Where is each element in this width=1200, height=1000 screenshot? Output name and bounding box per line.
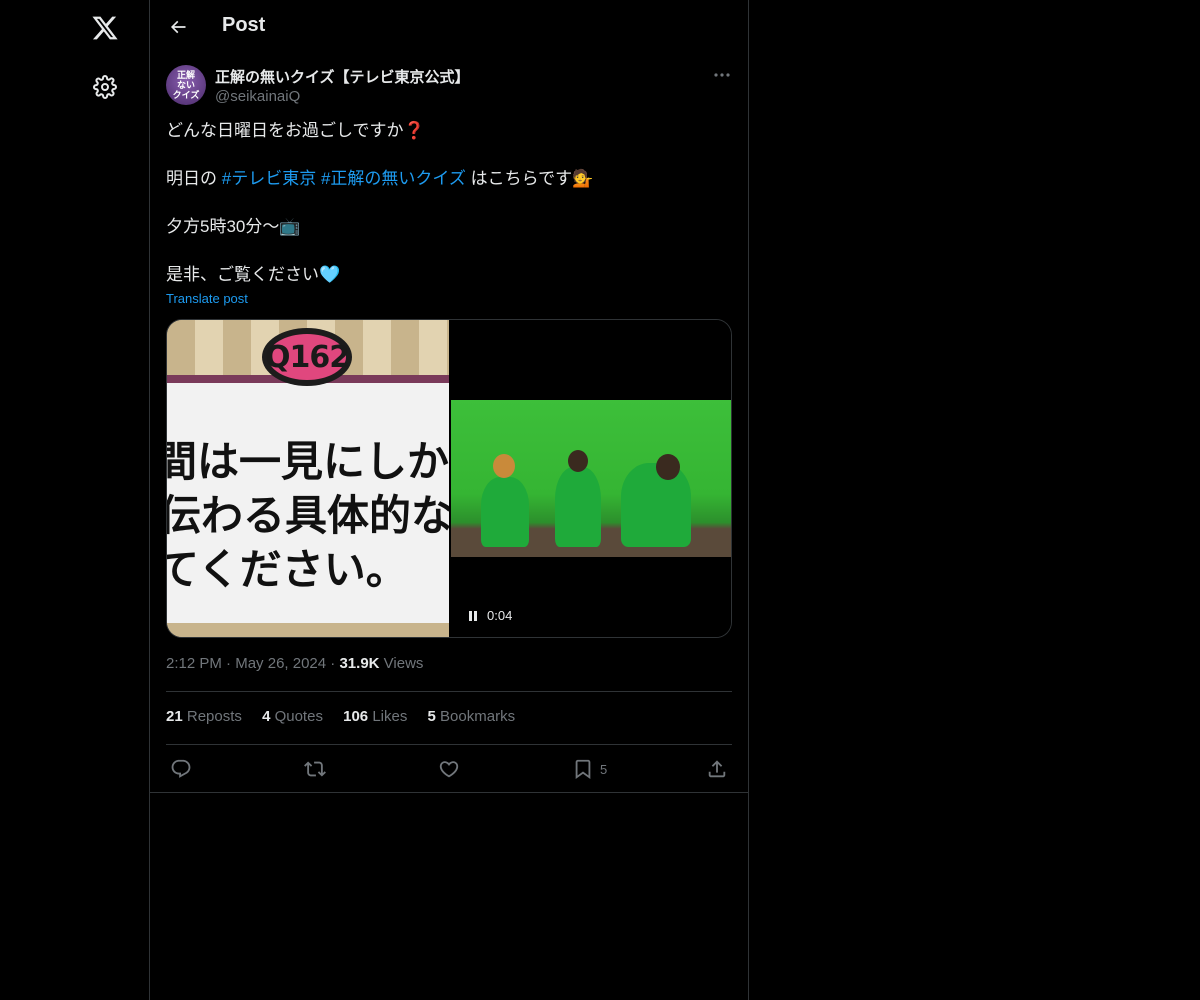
views-count: 31.9K xyxy=(339,655,380,672)
views-label: Views xyxy=(383,655,424,672)
bookmark-icon[interactable]: 5 xyxy=(572,757,607,781)
tweet-line-1: どんな日曜日をお過ごしですか❓ xyxy=(166,121,425,140)
gear-icon[interactable] xyxy=(89,71,121,103)
reposts-stat[interactable]: 21 Reposts xyxy=(166,708,242,725)
post-column: Post 正解 ない クイズ 正解の無いクイズ【テレビ東京公式】 @seikai… xyxy=(149,0,749,1000)
avatar[interactable]: 正解 ない クイズ xyxy=(166,65,206,105)
left-nav xyxy=(0,0,149,1000)
quiz-badge: Q162 xyxy=(262,328,352,386)
reply-icon[interactable] xyxy=(170,757,192,781)
translate-link[interactable]: Translate post xyxy=(166,291,248,306)
quotes-label: Quotes xyxy=(274,708,323,725)
post-time[interactable]: 2:12 PM xyxy=(166,655,222,672)
divider xyxy=(150,792,748,793)
avatar-logo: 正解 ない クイズ xyxy=(173,70,200,100)
arrow-left-icon[interactable] xyxy=(164,13,192,41)
quiz-text-line-1: 間は一見にしかず xyxy=(167,437,449,486)
divider xyxy=(166,691,732,692)
hashtag-link-quiz[interactable]: #正解の無いクイズ xyxy=(321,169,466,188)
tweet-line-4: 是非、ご覧ください🩵 xyxy=(166,265,341,284)
reposts-label: Reposts xyxy=(186,708,242,725)
quotes-stat[interactable]: 4 Quotes xyxy=(262,708,323,725)
likes-count: 106 xyxy=(343,708,369,725)
likes-stat[interactable]: 106 Likes xyxy=(343,708,407,725)
avatar-text-1: 正解 xyxy=(176,70,195,80)
page-title: Post xyxy=(222,14,266,36)
bookmarks-count: 5 xyxy=(427,708,436,725)
author-handle[interactable]: @seikainaiQ xyxy=(215,88,300,105)
pause-icon[interactable] xyxy=(465,608,481,624)
tweet-line-2: 明日の #テレビ東京 #正解の無いクイズ はこちらです💁 xyxy=(166,167,732,191)
tweet-line-3: 夕方5時30分〜📺 xyxy=(166,217,301,236)
video-timestamp: 0:04 xyxy=(487,608,513,623)
author-name[interactable]: 正解の無いクイズ【テレビ東京公式】 xyxy=(215,66,470,87)
quiz-card-image: Q162 間は一見にしかず 伝わる具体的な てください。 xyxy=(167,320,449,637)
tweet-text: どんな日曜日をお過ごしですか❓ 明日の #テレビ東京 #正解の無いクイズ はこち… xyxy=(166,119,732,287)
reposts-count: 21 xyxy=(166,708,183,725)
x-logo-icon[interactable] xyxy=(87,10,123,46)
avatar-text-3: クイズ xyxy=(172,90,200,100)
post-meta: 2:12 PM · May 26, 2024 · 31.9K Views xyxy=(166,655,424,672)
hashtag-link-tvtokyo[interactable]: #テレビ東京 xyxy=(222,169,316,188)
quiz-text-line-2: 伝わる具体的な xyxy=(167,491,449,540)
divider xyxy=(166,744,732,745)
bookmarks-label: Bookmarks xyxy=(440,708,516,725)
avatar-text-2: ない xyxy=(176,80,195,90)
heart-icon[interactable] xyxy=(438,757,460,781)
share-icon[interactable] xyxy=(706,757,728,781)
video-player[interactable]: 0:04 xyxy=(449,320,731,637)
engagement-stats: 21 Reposts 4 Quotes 106 Likes 5 Bookmark… xyxy=(166,708,531,725)
quotes-count: 4 xyxy=(262,708,271,725)
tweet-line-2-suffix: はこちらです💁 xyxy=(465,169,594,188)
media-video[interactable]: Q162 間は一見にしかず 伝わる具体的な てください。 0:04 xyxy=(166,319,732,638)
more-options-icon[interactable] xyxy=(710,64,734,86)
tweet-line-2-prefix: 明日の xyxy=(166,169,222,188)
quiz-text-line-3: てください。 xyxy=(167,545,408,594)
quiz-badge-text: Q162 xyxy=(265,334,350,380)
post-header: Post xyxy=(150,0,748,54)
video-frame xyxy=(451,400,731,557)
repost-icon[interactable] xyxy=(304,757,326,781)
bookmark-count: 5 xyxy=(600,761,608,777)
bookmarks-stat[interactable]: 5 Bookmarks xyxy=(428,708,516,725)
post-date[interactable]: May 26, 2024 xyxy=(235,655,326,672)
action-bar: 5 xyxy=(166,757,732,781)
likes-label: Likes xyxy=(372,708,408,725)
